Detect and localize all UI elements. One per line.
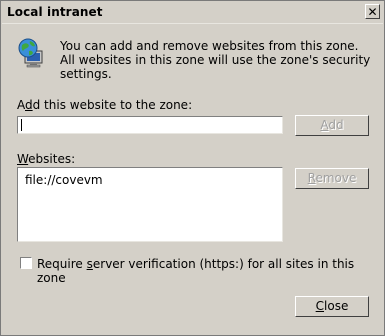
require-https-checkbox[interactable] xyxy=(20,257,32,269)
local-intranet-dialog: Local intranet ✕ You can add and remove … xyxy=(0,0,385,336)
websites-listbox[interactable]: file://covevm xyxy=(17,167,283,242)
websites-label-accelerator: W xyxy=(17,152,29,166)
add-button-label: dd xyxy=(328,118,344,132)
require-https-label[interactable]: Require server verification (https:) for… xyxy=(37,257,384,285)
add-website-label-prefix: A xyxy=(17,98,25,112)
add-website-label-suffix: d this website to the zone: xyxy=(32,98,193,112)
add-button[interactable]: Add xyxy=(295,115,369,136)
window-title: Local intranet xyxy=(7,5,103,19)
websites-label-rest: ebsites: xyxy=(28,152,76,166)
close-icon: ✕ xyxy=(367,5,378,19)
add-website-label-accelerator: d xyxy=(25,98,33,112)
globe-monitor-icon xyxy=(18,38,43,68)
list-item[interactable]: file://covevm xyxy=(25,173,103,187)
websites-label: Websites: xyxy=(17,152,75,166)
remove-button-label: emove xyxy=(315,171,357,185)
require-https-label-prefix: Require xyxy=(37,257,87,271)
close-button-accelerator: C xyxy=(315,299,325,313)
add-website-input[interactable] xyxy=(17,116,283,134)
close-button[interactable]: Close xyxy=(295,296,369,317)
title-bar[interactable]: Local intranet ✕ xyxy=(2,2,383,24)
close-button-label: lose xyxy=(324,299,349,313)
add-website-label: Add this website to the zone: xyxy=(17,98,192,112)
text-caret xyxy=(21,119,22,131)
close-window-button[interactable]: ✕ xyxy=(365,4,380,19)
zone-info-text: You can add and remove websites from thi… xyxy=(60,39,371,81)
remove-button[interactable]: Remove xyxy=(295,168,369,189)
